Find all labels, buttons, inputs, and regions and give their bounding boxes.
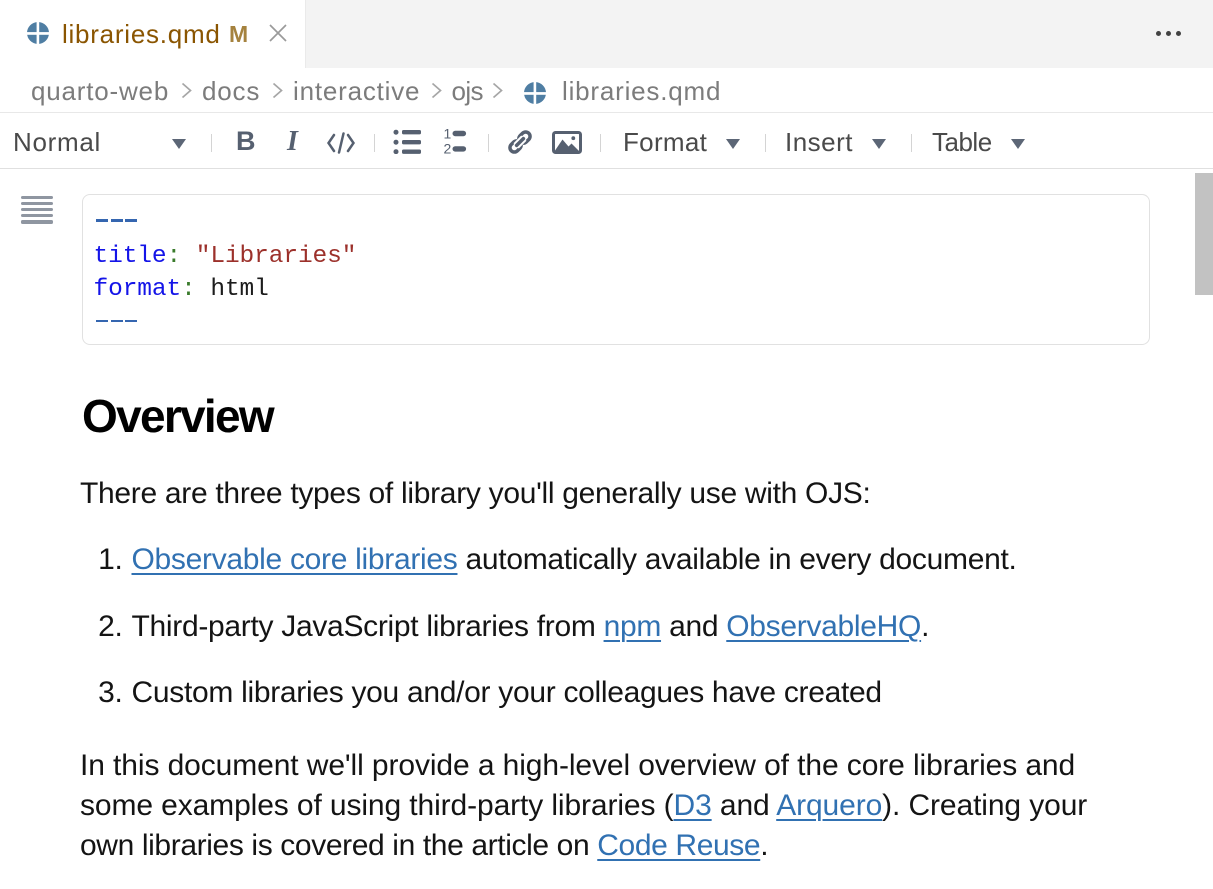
svg-text:1: 1	[444, 128, 452, 142]
svg-text:2: 2	[444, 141, 452, 155]
